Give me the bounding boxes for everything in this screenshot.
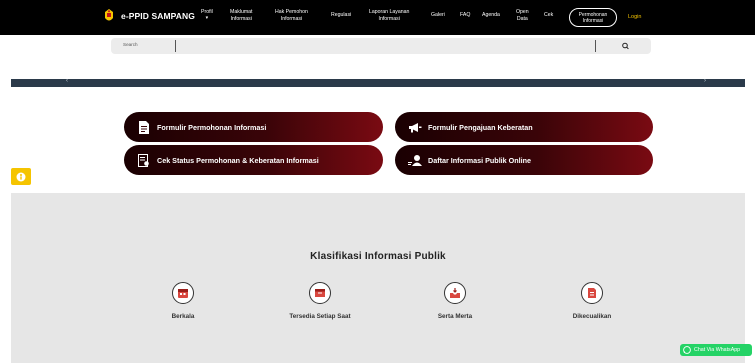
file-icon <box>581 282 603 304</box>
whatsapp-chat-button[interactable]: Chat Via WhatsApp <box>680 344 752 356</box>
formulir-permohonan-label: Formulir Permohonan Informasi <box>157 122 267 132</box>
slider-next-icon[interactable]: › <box>704 78 706 84</box>
whatsapp-chat-label: Chat Via WhatsApp <box>694 347 741 353</box>
nav-laporan-layanan[interactable]: Laporan Layanan Informasi <box>369 9 409 22</box>
klasifikasi-berkala[interactable]: Berkala <box>123 282 243 320</box>
brand[interactable]: e-PPID SAMPANG <box>103 9 195 23</box>
permohonan-informasi-button[interactable]: Permohonan Informasi <box>569 8 617 27</box>
klasifikasi-dikecualikan-label: Dikecualikan <box>572 313 612 320</box>
accessibility-button[interactable] <box>11 168 31 185</box>
klasifikasi-section: Klasifikasi Informasi Publik Berkala Ter… <box>11 193 745 363</box>
search-divider <box>595 40 596 52</box>
search-bar: Search <box>111 38 651 54</box>
klasifikasi-tersedia[interactable]: Tersedia Setiap Saat <box>260 282 380 320</box>
klasifikasi-serta-merta-label: Serta Merta <box>437 313 473 320</box>
box-icon <box>309 282 331 304</box>
nav-hak-pemohon[interactable]: Hak Pemohon Informasi <box>275 9 308 22</box>
slider-prev-icon[interactable]: ‹ <box>66 78 68 84</box>
formulir-keberatan-label: Formulir Pengajuan Keberatan <box>428 122 533 132</box>
daftar-informasi-label: Daftar Informasi Publik Online <box>428 155 532 165</box>
banner-slider: ‹ › <box>11 78 745 87</box>
klasifikasi-berkala-label: Berkala <box>171 313 195 320</box>
klasifikasi-dikecualikan[interactable]: Dikecualikan <box>532 282 652 320</box>
chevron-down-icon: ▾ <box>205 14 209 21</box>
search-input[interactable]: Search <box>123 42 138 47</box>
nav-cek[interactable]: Cek <box>544 12 553 19</box>
calendar-icon <box>172 282 194 304</box>
daftar-informasi-button[interactable]: Daftar Informasi Publik Online <box>395 145 653 175</box>
whatsapp-icon <box>683 346 691 354</box>
megaphone-icon <box>407 119 423 135</box>
search-divider <box>175 40 176 52</box>
klasifikasi-title: Klasifikasi Informasi Publik <box>310 251 446 262</box>
accessibility-icon <box>16 172 26 181</box>
status-check-icon <box>136 152 152 168</box>
formulir-keberatan-button[interactable]: Formulir Pengajuan Keberatan <box>395 112 653 142</box>
inbox-icon <box>444 282 466 304</box>
klasifikasi-tersedia-label: Tersedia Setiap Saat <box>289 313 351 320</box>
cek-status-button[interactable]: Cek Status Permohonan & Keberatan Inform… <box>124 145 383 175</box>
nav-faq[interactable]: FAQ <box>460 12 470 19</box>
user-search-icon <box>407 152 423 168</box>
kpu-logo-icon <box>105 9 113 21</box>
document-icon <box>136 119 152 135</box>
top-navbar: e-PPID SAMPANG Profil ▾ Maklumat Informa… <box>0 0 755 35</box>
klasifikasi-serta-merta[interactable]: Serta Merta <box>395 282 515 320</box>
login-link[interactable]: Login <box>628 14 641 20</box>
nav-regulasi[interactable]: Regulasi <box>331 12 351 19</box>
nav-profil[interactable]: Profil ▾ <box>201 9 213 21</box>
formulir-permohonan-button[interactable]: Formulir Permohonan Informasi <box>124 112 383 142</box>
nav-maklumat-informasi[interactable]: Maklumat Informasi <box>230 9 253 22</box>
nav-galeri[interactable]: Galeri <box>431 12 445 19</box>
cek-status-label: Cek Status Permohonan & Keberatan Inform… <box>157 155 319 165</box>
brand-title: e-PPID SAMPANG <box>121 11 195 21</box>
nav-open-data[interactable]: Open Data <box>516 9 529 22</box>
search-icon[interactable] <box>618 40 634 52</box>
nav-agenda[interactable]: Agenda <box>482 12 500 19</box>
